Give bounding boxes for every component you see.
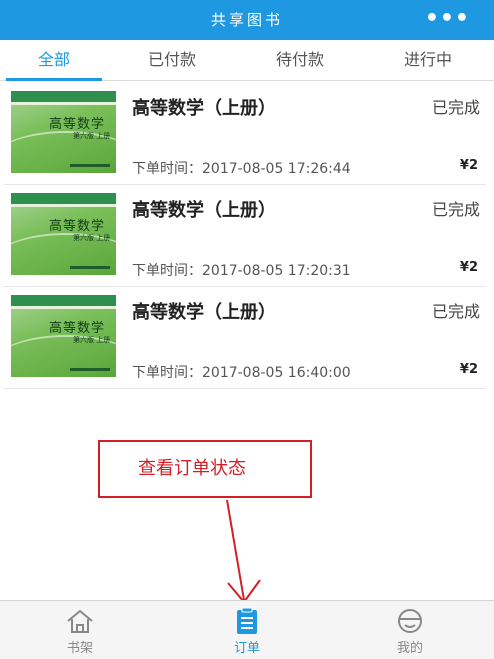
nav-orders[interactable]: 订单: [197, 601, 297, 659]
clipboard-icon: [237, 607, 257, 634]
nav-label: 订单: [233, 641, 260, 656]
bottom-nav: 书架 订单 我的: [0, 600, 494, 659]
house-icon: [67, 609, 93, 633]
face-icon: [398, 609, 422, 633]
nav-label: 我的: [396, 641, 423, 656]
nav-bookshelf[interactable]: 书架: [30, 601, 130, 659]
nav-label: 书架: [66, 641, 93, 656]
annotation-arrow: [201, 499, 293, 657]
nav-mine[interactable]: 我的: [360, 601, 460, 659]
